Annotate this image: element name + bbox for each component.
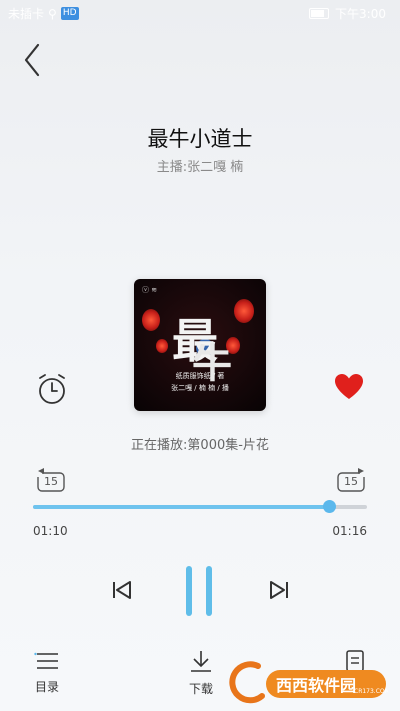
progress-fill: [33, 505, 331, 509]
host-name: 主播:张二嘎 楠: [156, 160, 244, 175]
skip-previous-icon: [113, 581, 131, 599]
download-icon: [191, 651, 211, 672]
hd-badge: HD: [60, 7, 79, 20]
skip-back-seconds: 15: [44, 475, 58, 488]
skip-next-icon: [270, 581, 288, 599]
carrier-text: 未插卡: [8, 7, 45, 21]
next-button[interactable]: [268, 579, 290, 601]
skip-forward-seconds: 15: [344, 475, 358, 488]
album-cover: ⓥ ≋ 最 牛 纸质服饰纸 / 著 张二嘎 / 楠 楠 / 播: [134, 279, 266, 411]
back-button[interactable]: [18, 42, 48, 78]
now-playing-text: 正在播放:第000集-片花: [131, 438, 269, 453]
previous-button[interactable]: [111, 579, 133, 601]
battery-icon: [309, 8, 330, 19]
sleep-timer-button[interactable]: [36, 372, 68, 406]
download-button[interactable]: 下载: [184, 650, 218, 697]
svg-text:西西软件园: 西西软件园: [276, 676, 356, 695]
cover-author-line: 纸质服饰纸 / 著: [175, 372, 225, 380]
pause-icon: [186, 566, 192, 616]
progress-slider[interactable]: [33, 500, 367, 513]
progress-knob[interactable]: [323, 500, 337, 513]
status-time: 下午3:00: [335, 7, 386, 21]
status-bar: 未插卡 ⚲ HD 下午3:00: [0, 0, 400, 26]
skip-forward-15-button[interactable]: 15: [336, 467, 366, 493]
lantern-decoration: [234, 299, 254, 323]
pause-button[interactable]: [186, 566, 214, 616]
watermark-logo-icon: 西西软件园 CR173.COM: [229, 661, 390, 704]
lantern-decoration: [142, 309, 160, 331]
svg-text:CR173.COM: CR173.COM: [354, 688, 388, 695]
catalog-label: 目录: [34, 680, 59, 694]
elapsed-time: 01:10: [33, 524, 68, 538]
skip-back-15-button[interactable]: 15: [36, 467, 66, 493]
chevron-left-icon: [24, 43, 40, 77]
heart-icon: [335, 374, 363, 399]
cover-narrator-line: 张二嘎 / 楠 楠 / 播: [171, 384, 229, 392]
favorite-button[interactable]: [334, 373, 364, 401]
catalog-button[interactable]: 目录: [30, 650, 64, 695]
list-icon: [34, 652, 58, 669]
signal-icon: ⚲: [48, 6, 57, 21]
album-title: 最牛小道士: [147, 127, 253, 151]
download-label: 下载: [188, 682, 213, 696]
total-duration: 01:16: [332, 524, 367, 538]
lantern-decoration: [156, 339, 168, 353]
site-watermark: 西西软件园 CR173.COM: [228, 660, 390, 704]
cover-logo: ⓥ ≋: [142, 286, 158, 294]
stopwatch-icon: [39, 374, 65, 404]
pause-icon: [206, 566, 212, 616]
